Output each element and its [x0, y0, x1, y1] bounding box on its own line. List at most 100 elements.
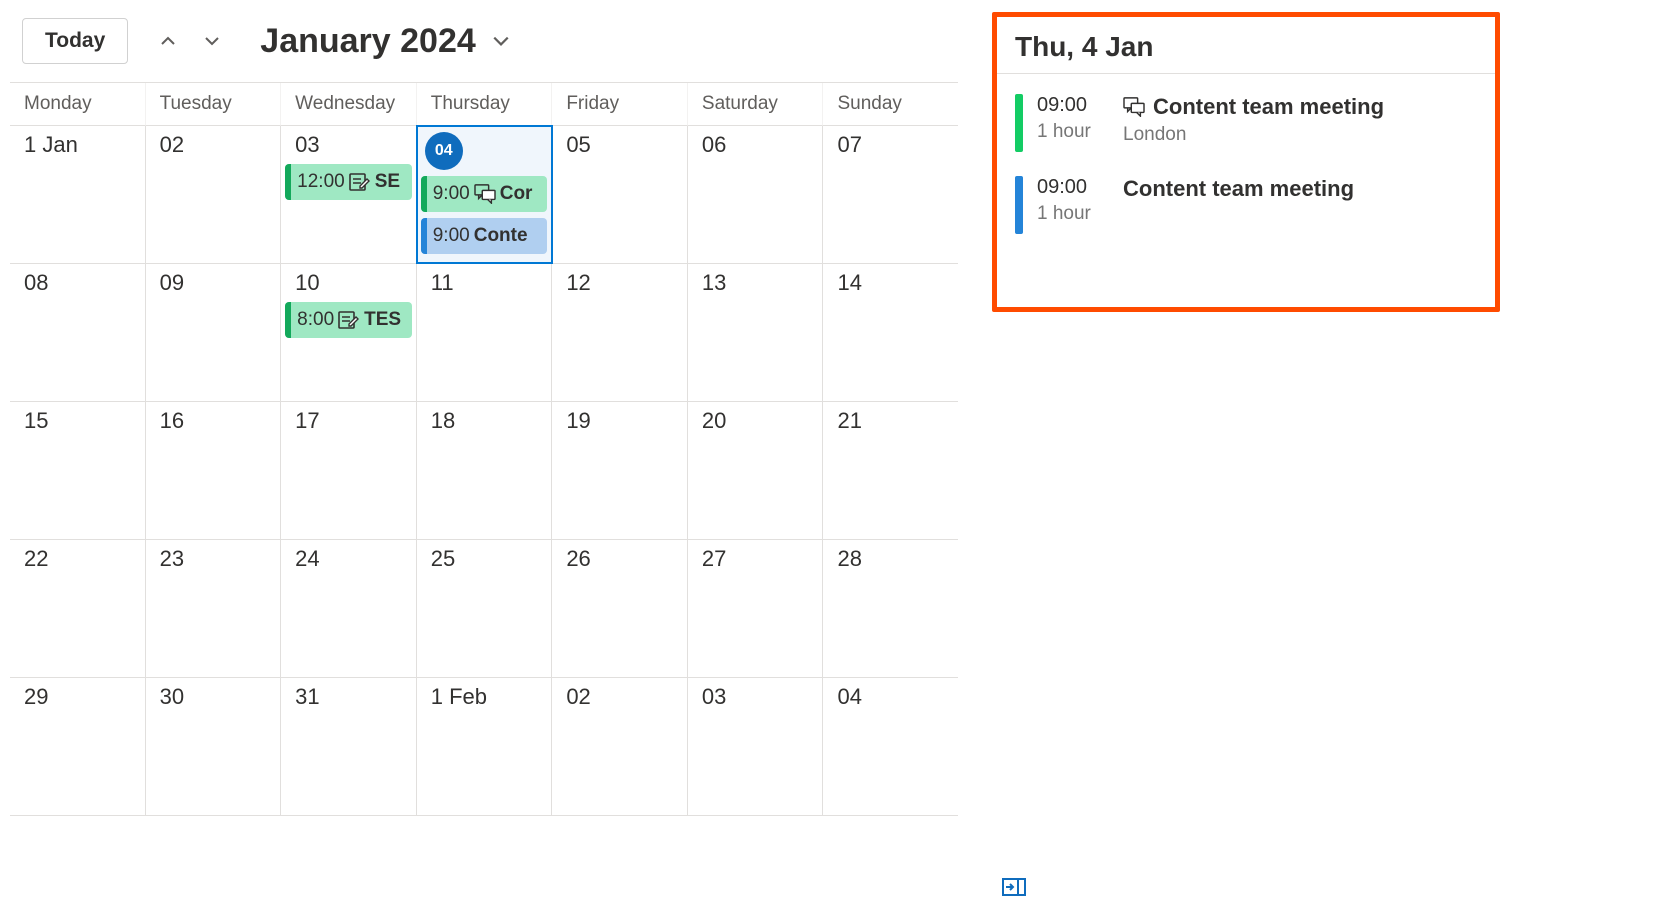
calendar-cell[interactable]: 30 — [146, 678, 282, 815]
calendar-cell[interactable]: 22 — [10, 540, 146, 677]
calendar-cell[interactable]: 16 — [146, 402, 282, 539]
agenda-title: Content team meeting — [1123, 176, 1354, 202]
chat-icon — [474, 184, 496, 204]
selected-day-badge: 04 — [425, 132, 463, 170]
day-header: Monday — [10, 83, 146, 126]
calendar-cell[interactable]: 04 — [823, 678, 958, 815]
chevron-down-icon — [492, 32, 510, 50]
day-header: Saturday — [688, 83, 824, 126]
day-number: 31 — [285, 684, 319, 710]
day-number: 24 — [285, 546, 319, 572]
agenda-date-header: Thu, 4 Jan — [997, 17, 1495, 74]
day-number: 09 — [150, 270, 184, 296]
note-icon — [349, 172, 371, 192]
day-number: 18 — [421, 408, 455, 434]
expand-panel-button[interactable] — [1002, 878, 1026, 896]
calendar-event[interactable]: 9:00Conte — [421, 218, 548, 254]
calendar-event[interactable]: 8:00 TES — [285, 302, 412, 338]
day-number: 02 — [556, 684, 590, 710]
event-time: 12:00 — [297, 171, 345, 193]
calendar-cell[interactable]: 11 — [417, 264, 553, 401]
day-header: Sunday — [823, 83, 958, 126]
day-number: 22 — [14, 546, 48, 572]
calendar-cell[interactable]: 13 — [688, 264, 824, 401]
calendar-cell[interactable]: 03 — [688, 678, 824, 815]
agenda-color-bar — [1015, 94, 1023, 152]
today-button[interactable]: Today — [22, 18, 128, 64]
event-title: Cor — [500, 183, 533, 205]
chat-icon — [1123, 97, 1145, 117]
calendar-cell[interactable]: 24 — [281, 540, 417, 677]
day-number: 16 — [150, 408, 184, 434]
day-number: 29 — [14, 684, 48, 710]
calendar-cell[interactable]: 21 — [823, 402, 958, 539]
day-number: 20 — [692, 408, 726, 434]
calendar-cell[interactable]: 10 8:00 TES — [281, 264, 417, 401]
calendar-cell[interactable]: 12 — [552, 264, 688, 401]
calendar-cell[interactable]: 23 — [146, 540, 282, 677]
chevron-down-icon — [204, 33, 220, 49]
agenda-duration: 1 hour — [1037, 121, 1109, 143]
calendar-cell[interactable]: 06 — [688, 126, 824, 263]
calendar-cell[interactable]: 15 — [10, 402, 146, 539]
event-title: TES — [364, 309, 401, 331]
event-time: 8:00 — [297, 309, 334, 331]
day-number: 17 — [285, 408, 319, 434]
agenda-color-bar — [1015, 176, 1023, 234]
calendar-cell[interactable]: 09 — [146, 264, 282, 401]
day-number: 26 — [556, 546, 590, 572]
month-title: January 2024 — [260, 22, 476, 61]
calendar-cell[interactable]: 07 — [823, 126, 958, 263]
calendar-cell[interactable]: 31 — [281, 678, 417, 815]
day-header: Friday — [552, 83, 688, 126]
event-title: SE — [375, 171, 400, 193]
calendar-cell[interactable]: 25 — [417, 540, 553, 677]
calendar-cell[interactable]: 14 — [823, 264, 958, 401]
day-number: 08 — [14, 270, 48, 296]
calendar-cell[interactable]: 26 — [552, 540, 688, 677]
calendar-cell[interactable]: 02 — [146, 126, 282, 263]
day-number: 1 Feb — [421, 684, 487, 710]
calendar-cell[interactable]: 17 — [281, 402, 417, 539]
day-number: 13 — [692, 270, 726, 296]
agenda-item[interactable]: 09:001 hourContent team meetingLondon — [1007, 84, 1485, 166]
day-number: 06 — [692, 132, 726, 158]
day-number: 12 — [556, 270, 590, 296]
prev-month-button[interactable] — [148, 21, 188, 61]
calendar-cell[interactable]: 04 9:00 Cor 9:00Conte — [417, 126, 553, 263]
calendar-cell[interactable]: 19 — [552, 402, 688, 539]
agenda-location: London — [1123, 124, 1384, 146]
calendar-cell[interactable]: 18 — [417, 402, 553, 539]
calendar-cell[interactable]: 1 Feb — [417, 678, 553, 815]
day-number: 23 — [150, 546, 184, 572]
day-header: Wednesday — [281, 83, 417, 126]
day-number: 03 — [285, 132, 319, 158]
calendar-cell[interactable]: 03 12:00 SE — [281, 126, 417, 263]
day-number: 10 — [285, 270, 319, 296]
calendar-cell[interactable]: 20 — [688, 402, 824, 539]
day-number: 05 — [556, 132, 590, 158]
day-number: 02 — [150, 132, 184, 158]
event-title: Conte — [474, 225, 528, 247]
agenda-item[interactable]: 09:001 hourContent team meeting — [1007, 166, 1485, 248]
agenda-duration: 1 hour — [1037, 203, 1109, 225]
day-number: 14 — [827, 270, 861, 296]
event-time: 9:00 — [433, 183, 470, 205]
calendar-cell[interactable]: 02 — [552, 678, 688, 815]
calendar-event[interactable]: 9:00 Cor — [421, 176, 548, 212]
note-icon — [338, 310, 360, 330]
month-dropdown-button[interactable] — [492, 32, 510, 50]
expand-panel-icon — [1002, 878, 1026, 896]
day-number: 27 — [692, 546, 726, 572]
calendar-cell[interactable]: 27 — [688, 540, 824, 677]
calendar-cell[interactable]: 1 Jan — [10, 126, 146, 263]
calendar-cell[interactable]: 05 — [552, 126, 688, 263]
agenda-time: 09:00 — [1037, 94, 1109, 117]
calendar-event[interactable]: 12:00 SE — [285, 164, 412, 200]
calendar-cell[interactable]: 29 — [10, 678, 146, 815]
day-number: 25 — [421, 546, 455, 572]
next-month-button[interactable] — [192, 21, 232, 61]
chevron-up-icon — [160, 33, 176, 49]
calendar-cell[interactable]: 08 — [10, 264, 146, 401]
calendar-cell[interactable]: 28 — [823, 540, 958, 677]
